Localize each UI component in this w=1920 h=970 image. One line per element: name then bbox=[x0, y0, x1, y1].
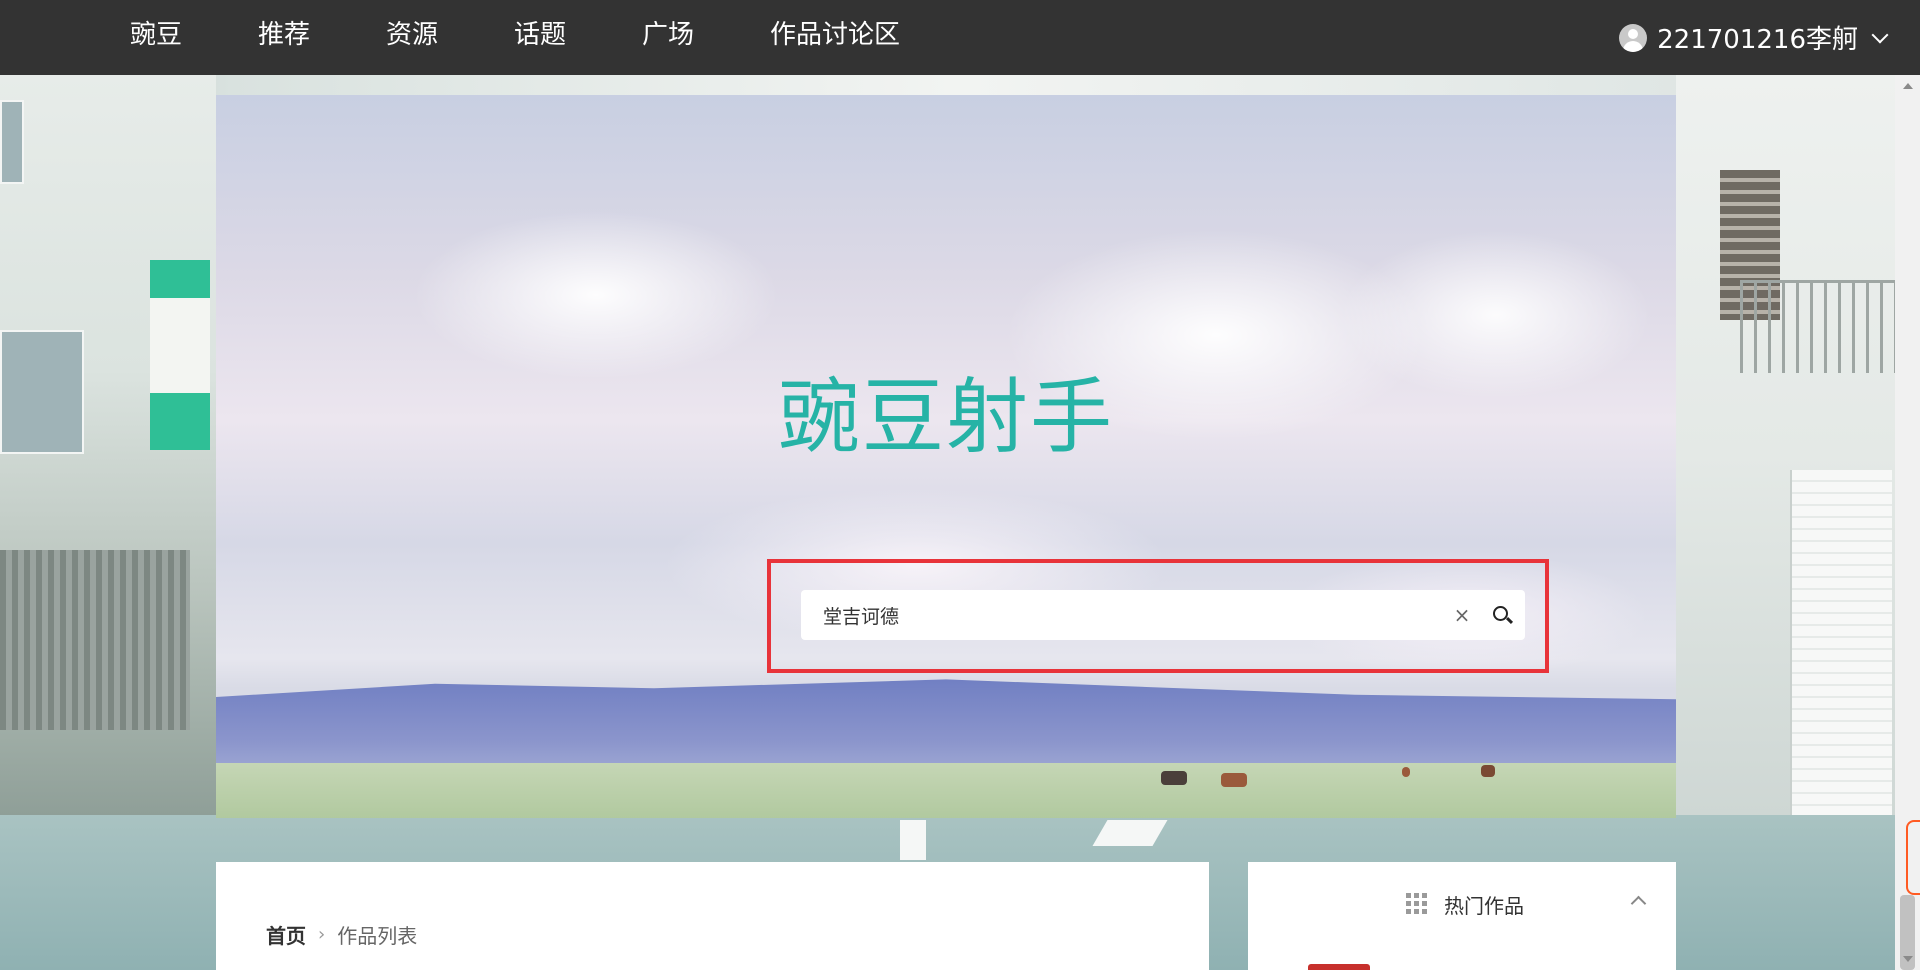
background-sign bbox=[150, 260, 210, 450]
user-avatar-icon bbox=[1619, 23, 1648, 52]
hot-works-card: 热门作品 bbox=[1248, 862, 1676, 970]
search-icon[interactable] bbox=[1479, 590, 1525, 640]
works-list-card: 首页 › 作品列表 bbox=[216, 862, 1209, 970]
search-bar: × bbox=[801, 590, 1525, 640]
horse-image bbox=[1221, 773, 1247, 787]
user-menu[interactable]: 221701216李舸 bbox=[1619, 0, 1889, 75]
clear-icon[interactable]: × bbox=[1445, 603, 1479, 627]
breadcrumb-home[interactable]: 首页 bbox=[266, 920, 306, 949]
hot-works-title: 热门作品 bbox=[1444, 894, 1524, 918]
scroll-up-arrow-icon[interactable] bbox=[1903, 83, 1913, 89]
background-window bbox=[0, 100, 24, 184]
breadcrumb-separator-icon: › bbox=[318, 924, 326, 945]
hot-works-header[interactable]: 热门作品 bbox=[1248, 862, 1676, 942]
chevron-up-icon[interactable] bbox=[1630, 895, 1647, 912]
search-input[interactable] bbox=[801, 590, 1445, 640]
chevron-down-icon bbox=[1871, 26, 1889, 43]
breadcrumb-current: 作品列表 bbox=[337, 924, 418, 948]
nav-item-home[interactable]: 豌豆 bbox=[130, 0, 182, 75]
hero-banner: 豌豆射手 × bbox=[216, 95, 1676, 818]
background-balcony bbox=[1740, 280, 1900, 373]
nav-item-resources[interactable]: 资源 bbox=[386, 0, 438, 75]
scroll-thumb-highlight bbox=[1906, 820, 1920, 895]
horse-image bbox=[1481, 765, 1495, 777]
top-navbar: 豌豆 推荐 资源 话题 广场 作品讨论区 221701216李舸 bbox=[0, 0, 1920, 75]
hot-works-item-badge bbox=[1308, 964, 1370, 970]
horse-image bbox=[1161, 771, 1187, 785]
nav-item-recommend[interactable]: 推荐 bbox=[258, 0, 310, 75]
background-fence bbox=[0, 550, 190, 730]
background-door bbox=[1790, 470, 1892, 830]
nav-item-square[interactable]: 广场 bbox=[642, 0, 694, 75]
user-name: 221701216李舸 bbox=[1657, 25, 1858, 55]
hero-grass bbox=[216, 763, 1676, 818]
site-title: 豌豆射手 bbox=[777, 370, 1114, 465]
nav-item-works-discussion[interactable]: 作品讨论区 bbox=[770, 0, 900, 75]
background-window bbox=[0, 330, 84, 454]
horse-image bbox=[1402, 767, 1410, 777]
grid-icon bbox=[1406, 893, 1427, 914]
breadcrumb: 首页 › 作品列表 bbox=[266, 920, 417, 949]
scroll-down-arrow-icon[interactable] bbox=[1903, 956, 1913, 962]
nav-item-topics[interactable]: 话题 bbox=[514, 0, 566, 75]
